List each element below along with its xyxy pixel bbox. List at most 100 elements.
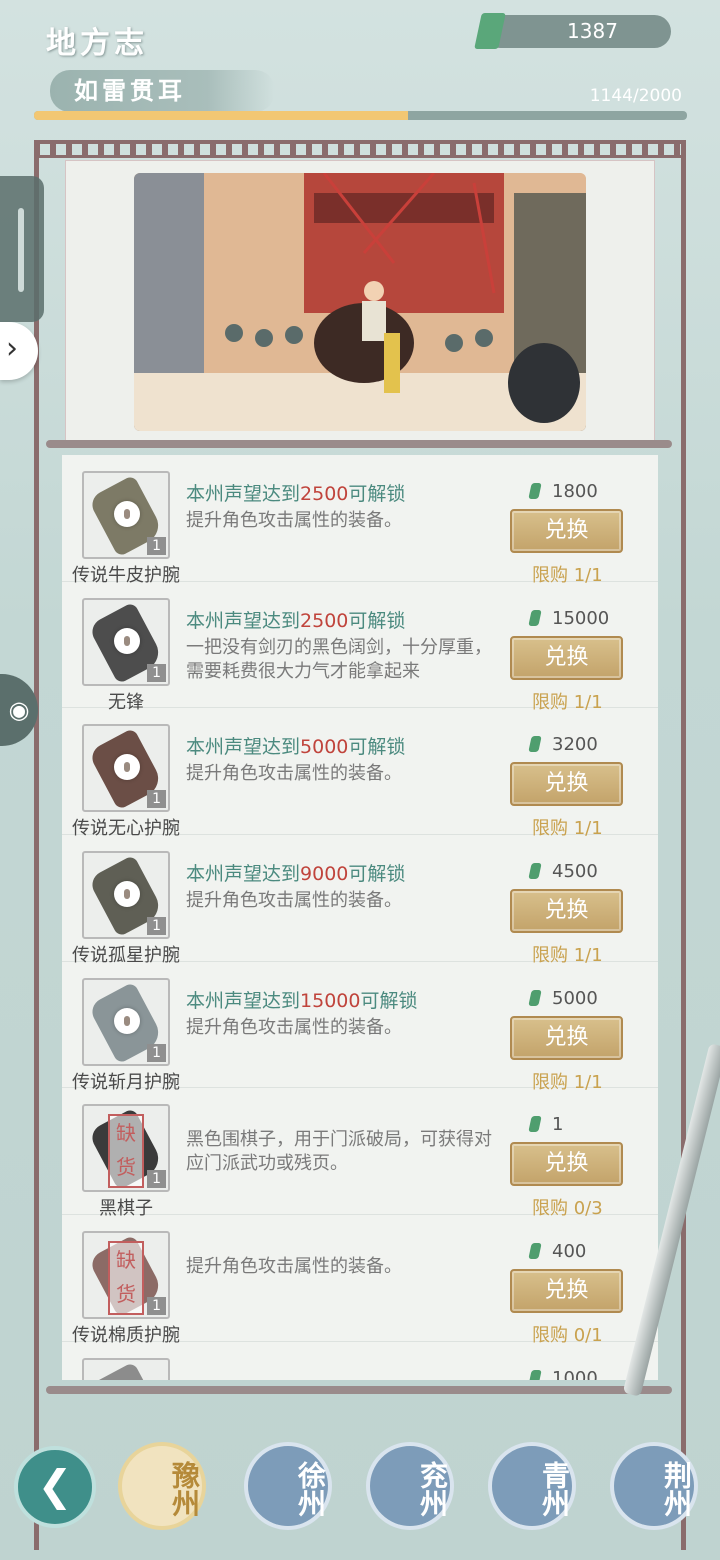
reputation-count: 1144/2000 [589, 86, 682, 106]
item-price-value: 15000 [552, 607, 610, 629]
item-price-value: 4500 [552, 861, 598, 883]
unlock-condition-suffix: 可解锁 [348, 609, 406, 632]
unlock-condition-suffix: 可解锁 [348, 736, 406, 759]
item-description: 黑色围棋子，用于门派破局，可获得对应门派武功或残页。 [186, 1129, 492, 1175]
item-price-value: 1 [552, 1114, 564, 1136]
exchange-list-item: 1 传说牛皮护腕 本州声望达到2500可解锁 提升角色攻击属性的装备。 1800 兑换 限购… [62, 455, 658, 586]
unlock-condition-prefix: 本州声望达到 [186, 863, 301, 886]
unlock-condition-suffix: 可解锁 [360, 989, 418, 1012]
reputation-progress-fill [34, 111, 408, 120]
scroll-rod-top [46, 440, 672, 448]
exchange-button[interactable]: 兑换 [510, 889, 623, 934]
exchange-list-item: 缺货 1 黑棋子 黑色围棋子，用于门派破局，可获得对应门派武功或残页。 1 兑换 限购 0/… [62, 1088, 658, 1219]
jade-token-icon [528, 1369, 542, 1380]
tab-region-1[interactable]: 徐州 [244, 1442, 332, 1530]
out-of-stock-stamp: 缺货 [108, 1114, 144, 1189]
jade-token-icon [528, 863, 542, 880]
lock-icon [114, 881, 140, 908]
exchange-item-list[interactable]: 1 传说牛皮护腕 本州声望达到2500可解锁 提升角色攻击属性的装备。 1800 兑换 限购… [62, 455, 658, 1380]
item-price: 1800 [528, 481, 598, 502]
item-description: 一把没有剑刃的黑色阔剑，十分厚重，需要耗费很大力气才能拿起来 [186, 636, 492, 682]
item-icon[interactable]: 1 [82, 977, 170, 1066]
unlock-condition-suffix: 可解锁 [348, 483, 406, 505]
item-icon[interactable]: 缺货 1 [82, 1104, 170, 1193]
unlock-condition-prefix: 本州声望达到 [186, 736, 301, 759]
item-icon[interactable]: 1 [82, 724, 170, 813]
item-description: 提升角色攻击属性的装备。 [186, 1016, 402, 1038]
exchange-button[interactable]: 兑换 [510, 635, 623, 680]
tab-region-2[interactable]: 兖州 [366, 1442, 454, 1530]
exchange-list-item: 1 传说无心护腕 本州声望达到5000可解锁 提升角色攻击属性的装备。 3200 兑换 限购… [62, 708, 658, 839]
unlock-condition-prefix: 本州声望达到 [186, 609, 301, 632]
item-description: 提升角色攻击属性的装备。 [186, 1256, 402, 1278]
item-price-value: 3200 [552, 734, 598, 756]
exchange-button[interactable]: 兑换 [510, 509, 623, 553]
back-button[interactable]: ❮ [14, 1446, 96, 1528]
exchange-button[interactable]: 兑换 [510, 762, 623, 807]
item-price-value: 5000 [552, 987, 598, 1009]
item-quantity: 1 [147, 663, 166, 682]
item-icon[interactable]: 1 [82, 851, 170, 940]
exchange-button[interactable]: 兑换 [510, 1269, 623, 1314]
exchange-button[interactable]: 兑换 [510, 1015, 623, 1060]
jade-token-icon [528, 989, 542, 1006]
unlock-condition-value: 2500 [300, 609, 349, 632]
item-icon[interactable]: 1 [82, 597, 170, 686]
item-quantity: 1 [147, 1170, 166, 1189]
item-price-value: 1000 [552, 1367, 598, 1380]
item-quantity: 1 [147, 1297, 166, 1316]
exchange-button[interactable]: 兑换 [510, 1142, 623, 1187]
scroll-rod-bottom [46, 1386, 672, 1394]
exchange-list-item: 1 无锋 本州声望达到2500可解锁 一把没有剑刃的黑色阔剑，十分厚重，需要耗费很大力… [62, 582, 658, 713]
tab-region-3[interactable]: 青州 [488, 1442, 576, 1530]
scroll-frame-top [34, 140, 686, 158]
unlock-condition: 本州声望达到2500可解锁 [186, 606, 405, 633]
item-description: 提升角色攻击属性的装备。 [186, 510, 402, 531]
item-description: 提升角色攻击属性的装备。 [186, 763, 402, 785]
item-price-value: 400 [552, 1241, 587, 1263]
unlock-condition-prefix: 本州声望达到 [186, 483, 301, 505]
item-quantity: 1 [147, 1043, 166, 1062]
street-parade-illustration [134, 173, 586, 431]
unlock-condition-value: 9000 [300, 863, 349, 886]
exchange-list-item: 1 传说孤星护腕 本州声望达到9000可解锁 提升角色攻击属性的装备。 4500 兑换 限购… [62, 835, 658, 966]
unlock-condition-prefix: 本州声望达到 [186, 989, 301, 1012]
item-icon[interactable]: 1 [82, 471, 170, 559]
item-icon[interactable]: 缺货 1 [82, 1231, 170, 1320]
out-of-stock-stamp: 缺货 [108, 1241, 144, 1316]
lock-icon [114, 627, 140, 654]
exchange-list-item: 1000 [62, 1342, 658, 1380]
item-price: 5000 [528, 987, 598, 1009]
item-price: 3200 [528, 734, 598, 756]
currency-display: 1387 [474, 13, 671, 49]
reputation-title: 如雷贯耳 [50, 70, 275, 112]
tab-region-4[interactable]: 荆州 [610, 1442, 698, 1530]
region-tab-bar: ❮ 豫州 徐州 兖州 青州 荆州 [0, 1432, 720, 1560]
item-quantity: 1 [147, 537, 166, 555]
unlock-condition-value: 5000 [300, 736, 349, 759]
tab-region-0[interactable]: 豫州 [118, 1442, 206, 1530]
unlock-condition: 本州声望达到15000可解锁 [186, 986, 417, 1013]
jade-token-icon [528, 1243, 542, 1260]
unlock-condition-suffix: 可解锁 [348, 863, 406, 886]
item-image [87, 1361, 165, 1380]
unlock-condition-value: 15000 [300, 989, 361, 1012]
region-banner [65, 160, 655, 442]
unlock-condition: 本州声望达到9000可解锁 [186, 859, 405, 886]
item-description: 提升角色攻击属性的装备。 [186, 890, 402, 912]
exchange-list-item: 1 传说斩月护腕 本州声望达到15000可解锁 提升角色攻击属性的装备。 5000 兑换限… [62, 962, 658, 1093]
side-drawer-handle[interactable] [0, 176, 44, 322]
lock-icon [114, 1007, 140, 1034]
page-title: 地方志 [46, 26, 148, 61]
item-price-value: 1800 [552, 481, 598, 502]
currency-value: 1387 [567, 19, 618, 43]
item-price: 15000 [528, 607, 610, 629]
jade-token-icon [528, 736, 542, 753]
reputation-progress-bar [34, 111, 687, 120]
item-price: 4500 [528, 861, 598, 883]
item-icon[interactable] [82, 1357, 170, 1380]
item-price: 1000 [528, 1367, 598, 1380]
item-quantity: 1 [147, 790, 166, 809]
lock-icon [114, 501, 140, 527]
exchange-list-item: 缺货 1 传说棉质护腕 提升角色攻击属性的装备。 400 兑换 限购 0/1 [62, 1215, 658, 1346]
